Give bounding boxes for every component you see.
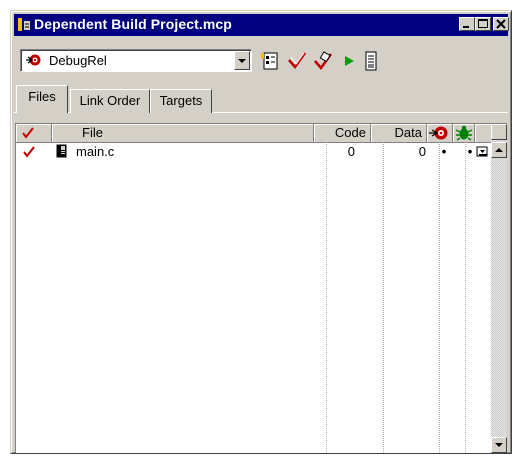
column-divider [465, 142, 466, 453]
file-column-header[interactable]: File [52, 124, 314, 142]
maximize-button[interactable] [475, 17, 491, 31]
project-icon [18, 18, 30, 31]
vertical-scrollbar[interactable] [491, 124, 507, 453]
table-row[interactable]: main.c 0 0 • • [16, 143, 491, 161]
code-column-label: Code [334, 125, 366, 140]
target-indicator[interactable]: • [440, 144, 448, 159]
touch-column-header[interactable] [16, 124, 52, 142]
tab-files-label: Files [28, 89, 56, 104]
title-bar[interactable]: Dependent Build Project.mcp [14, 14, 509, 36]
data-column-header[interactable]: Data [371, 124, 427, 142]
project-inspector-icon[interactable] [361, 51, 381, 71]
code-size: 0 [347, 144, 355, 159]
scroll-up-button[interactable] [491, 124, 507, 140]
check-icon[interactable] [22, 145, 36, 159]
target-bullseye-icon [26, 54, 41, 66]
touch-check-icon [22, 127, 34, 139]
debug-column-header[interactable] [453, 124, 475, 142]
tab-link-order[interactable]: Link Order [70, 89, 150, 113]
target-settings-icon[interactable] [261, 51, 281, 71]
chevron-down-icon [495, 443, 503, 447]
make-icon[interactable] [313, 51, 333, 71]
chevron-down-icon [238, 59, 246, 63]
debug-indicator[interactable]: • [466, 144, 474, 159]
file-icon [56, 144, 67, 158]
tab-targets[interactable]: Targets [150, 89, 212, 113]
file-list[interactable]: File Code Data main.c 0 0 • • [15, 123, 507, 453]
interface-popup-icon[interactable] [476, 146, 490, 158]
column-divider [439, 142, 440, 453]
minimize-icon [463, 26, 469, 28]
target-icon [429, 126, 448, 140]
column-divider [326, 142, 327, 453]
file-name: main.c [76, 144, 115, 159]
tab-bar: Files Link Order Targets [14, 85, 508, 121]
interface-column-header[interactable] [475, 124, 492, 142]
code-column-header[interactable]: Code [314, 124, 371, 142]
window-title: Dependent Build Project.mcp [34, 16, 232, 32]
close-icon [496, 19, 506, 29]
column-header: File Code Data [16, 124, 492, 143]
column-divider [383, 142, 384, 453]
maximize-icon [478, 19, 488, 28]
target-column-header[interactable] [427, 124, 453, 142]
tab-files[interactable]: Files [16, 85, 68, 113]
scroll-up-arrow-button[interactable] [491, 142, 507, 158]
target-dropdown[interactable]: DebugRel [20, 49, 252, 72]
debug-bug-icon [455, 125, 473, 141]
target-dropdown-value: DebugRel [49, 53, 107, 68]
tab-link-order-label: Link Order [79, 93, 141, 108]
data-size: 0 [418, 144, 426, 159]
close-button[interactable] [493, 17, 509, 31]
minimize-button[interactable] [459, 17, 475, 31]
dropdown-arrow-button[interactable] [234, 51, 250, 70]
tab-targets-label: Targets [159, 93, 203, 108]
synchronize-modification-dates-icon[interactable] [287, 51, 307, 71]
project-window: Dependent Build Project.mcp DebugRel Fil… [10, 10, 512, 454]
data-column-label: Data [394, 125, 422, 140]
scroll-down-button[interactable] [491, 437, 507, 453]
run-icon[interactable] [339, 51, 359, 71]
file-column-label: File [82, 125, 103, 140]
chevron-up-icon [495, 148, 503, 152]
